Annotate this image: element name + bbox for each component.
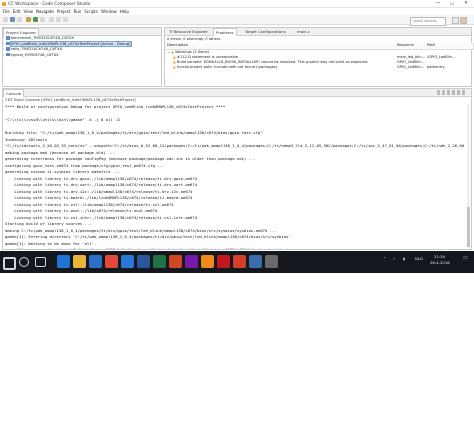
store-icon[interactable] (89, 255, 102, 268)
problem-description: Invalid project path: Include path not f… (176, 64, 279, 69)
problems-tab-label: Problems (216, 30, 234, 35)
menu-project[interactable]: Project (57, 8, 71, 15)
problem-row-3[interactable]: ▲ Invalid project path: Include path not… (173, 65, 393, 70)
save-all-icon[interactable] (17, 17, 22, 22)
console-panel: Console CDT Build Console [GPIO_LedBlink… (2, 88, 472, 250)
main-toolbar: Quick Access (0, 15, 474, 26)
tab-ti-resource-explorer[interactable]: TI Resource Explorer (167, 28, 210, 35)
problem-path: /GPIO_LedBlin... (427, 54, 456, 59)
column-path[interactable]: Path (425, 43, 474, 50)
mail-icon[interactable] (121, 255, 134, 268)
tab-problems[interactable]: Problems (213, 28, 237, 36)
column-resource[interactable]: Resource (395, 43, 428, 50)
tree-item-label: hello_TMS320C6748_C6TXX (10, 47, 63, 51)
problem-resource: GPIO_LedBlin... (397, 64, 425, 69)
problems-summary: 0 errors, 0 warnings, 0 others (167, 36, 221, 41)
word-icon[interactable] (137, 255, 150, 268)
project-icon (6, 41, 10, 45)
tree-item-typical[interactable]: › typical_EVMC6748_C6TXX (3, 52, 59, 59)
menu-navigate[interactable]: Navigate (36, 8, 54, 15)
menu-view[interactable]: View (23, 8, 33, 15)
maximize-button[interactable]: ☐ (446, 0, 458, 7)
console-output[interactable]: **** Build of configuration Debug for pr… (5, 104, 465, 249)
tab-main-c[interactable]: main.c (295, 28, 312, 35)
cube-icon[interactable] (265, 255, 278, 268)
problem-path: pathentry (427, 64, 445, 69)
menu-scripts[interactable]: Scripts (84, 8, 98, 15)
save-icon[interactable] (10, 17, 15, 22)
project-explorer-panel: Project Explorer › benchmark_TMS320C6748_… (2, 27, 162, 87)
tab-project-explorer[interactable]: Project Explorer (3, 28, 40, 36)
excel-icon[interactable] (153, 255, 166, 268)
menu-run[interactable]: Run (74, 8, 82, 15)
build-icon[interactable] (26, 17, 31, 22)
project-explorer-tab-label: Project Explorer (6, 30, 37, 35)
ccs-icon[interactable] (233, 255, 246, 268)
ti-resource-explorer-tab-label: TI Resource Explorer (169, 29, 209, 34)
notifications-icon[interactable]: ▭ (463, 255, 468, 261)
tree-item-label: typical_EVMC6748_C6TXX (10, 52, 59, 57)
console-line: gmake[1]: Leaving directory 'C:/ti/pdk_o… (5, 247, 465, 249)
search-icon[interactable] (19, 257, 29, 267)
problem-description: Build variable 'EDMA3LLD_BIOS6_INSTALLDI… (176, 59, 369, 64)
task-view-icon[interactable] (35, 257, 46, 267)
menu-file[interactable]: File (3, 8, 10, 15)
console-toolbar-icons[interactable] (437, 90, 467, 95)
menu-bar: File Edit View Navigate Project Run Scripts Win… (0, 8, 474, 15)
ccs-edit-perspective-icon[interactable] (460, 17, 467, 24)
search-icon[interactable] (49, 17, 54, 22)
target-configurations-tab-label: Target Configurations (245, 29, 286, 34)
file-explorer-icon[interactable] (73, 255, 86, 268)
project-explorer-tabstrip: Project Explorer (3, 28, 161, 36)
onenote-icon[interactable] (185, 255, 198, 268)
volume-icon[interactable]: ◖ (403, 256, 405, 261)
debug-icon[interactable] (33, 17, 38, 22)
windows-taskbar: ⌃ ⌁ ◖ NLD 21:34 26-4-2018 ▭ (0, 251, 474, 273)
menu-help[interactable]: Help (120, 8, 129, 15)
tree-item-label: benchmark_TMS320C6748_C6TXX (10, 36, 75, 40)
console-header: CDT Build Console [GPIO_LedBlink_lcdkOMA… (5, 97, 136, 102)
project-icon (6, 52, 10, 56)
forward-icon[interactable] (63, 17, 68, 22)
tab-console[interactable]: Console (3, 89, 25, 97)
open-perspective-icon[interactable] (452, 17, 459, 24)
menu-window[interactable]: Window (101, 8, 117, 15)
title-bar: CC Workspace - Code Composer Studio — ☐ … (0, 0, 474, 8)
tray-chevron-icon[interactable]: ⌃ (383, 256, 386, 261)
problem-description: Warnings (3 items) (175, 49, 210, 54)
vlc-icon[interactable] (201, 255, 214, 268)
project-icon (6, 47, 10, 51)
network-icon[interactable]: ⌁ (393, 256, 395, 261)
main-c-tab-label: main.c (297, 29, 310, 34)
menu-edit[interactable]: Edit (13, 8, 21, 15)
ccs-app-icon (2, 2, 6, 6)
clock-time[interactable]: 21:34 (434, 254, 445, 259)
acrobat-icon[interactable] (217, 255, 230, 268)
quick-access-input[interactable]: Quick Access (410, 16, 446, 26)
tab-target-configurations[interactable]: Target Configurations (243, 28, 288, 35)
window-title: CC Workspace - Code Composer Studio (8, 1, 91, 6)
windows-start-icon[interactable] (3, 257, 16, 270)
minimize-button[interactable]: — (432, 0, 444, 7)
problem-description: #112-D statement is unreachable (176, 54, 238, 59)
back-icon[interactable] (56, 17, 61, 22)
close-button[interactable]: ✕ (460, 0, 472, 7)
new-icon[interactable] (3, 17, 8, 22)
project-icon (6, 36, 10, 40)
language-indicator[interactable]: NLD (415, 256, 423, 261)
problems-tabstrip: TI Resource Explorer Problems Target Con… (165, 28, 471, 36)
console-tab-label: Console (6, 91, 22, 96)
clock-date[interactable]: 26-4-2018 (430, 260, 450, 265)
console-line: "C:/ti/xdctools_3_50_03_33_core/xs" --xd… (5, 143, 465, 148)
console-tabstrip: Console (3, 89, 471, 97)
flash-icon[interactable] (40, 17, 45, 22)
problems-panel: TI Resource Explorer Problems Target Con… (164, 27, 474, 87)
tree-item-label: GPIO_LedBlink_lcdkOMAPL138_c674xTestProj… (9, 40, 132, 47)
virtualbox-icon[interactable] (249, 255, 262, 268)
powerpoint-icon[interactable] (169, 255, 182, 268)
console-scrollbar[interactable] (467, 104, 470, 247)
chrome-icon[interactable] (105, 255, 118, 268)
scrollbar-thumb[interactable] (467, 207, 470, 247)
edge-browser-icon[interactable] (57, 255, 70, 268)
